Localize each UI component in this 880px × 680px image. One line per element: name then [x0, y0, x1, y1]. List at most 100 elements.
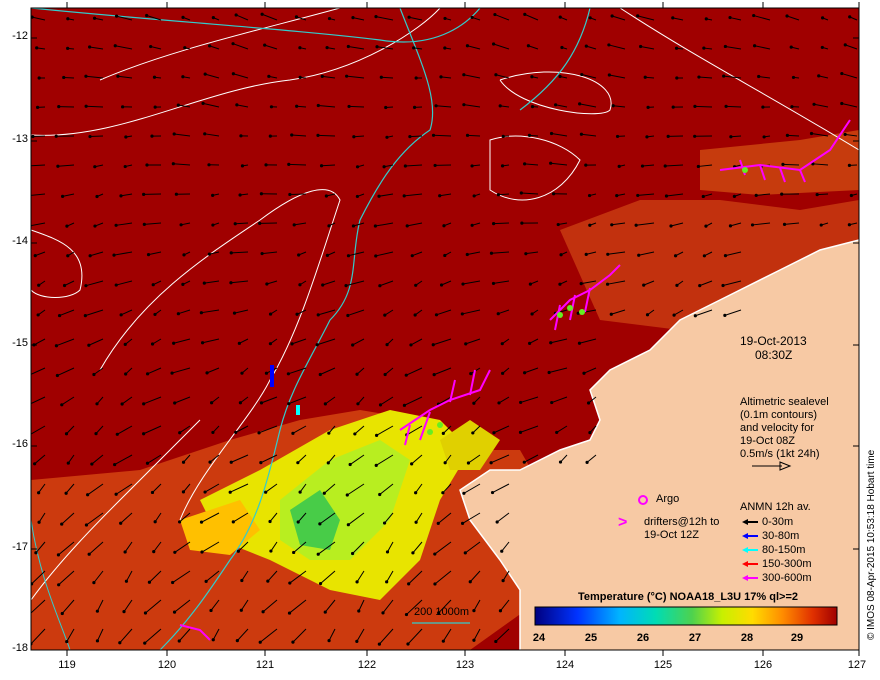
velocity-arrow-head — [288, 581, 292, 585]
velocity-arrow-head — [523, 162, 527, 166]
velocity-arrow-head — [348, 462, 352, 467]
velocity-arrow-head — [578, 102, 582, 106]
velocity-arrow-head — [240, 371, 244, 375]
velocity-arrow-head — [672, 313, 676, 317]
velocity-arrow-head — [346, 313, 350, 318]
velocity-arrow-head — [402, 403, 407, 407]
velocity-arrow-head — [704, 17, 708, 21]
velocity-arrow-head — [33, 462, 37, 466]
velocity-arrow-head — [382, 521, 387, 525]
velocity-arrow-head — [201, 101, 205, 105]
velocity-arrow — [32, 135, 46, 138]
velocity-arrow-head — [441, 431, 445, 435]
velocity-arrow-head — [732, 194, 737, 198]
velocity-arrow-head — [698, 284, 702, 288]
velocity-arrow-head — [584, 163, 588, 167]
velocity-arrow-head — [211, 430, 215, 435]
velocity-arrow-head — [145, 461, 150, 465]
velocity-arrow-head — [414, 520, 418, 524]
velocity-arrow-head — [723, 44, 727, 49]
velocity-arrow-head — [123, 550, 127, 554]
velocity-arrow-head — [37, 520, 41, 524]
velocity-arrow-head — [469, 372, 473, 376]
velocity-arrow-head — [94, 431, 98, 436]
velocity-arrow-head — [90, 462, 94, 466]
velocity-arrow-head — [523, 12, 527, 16]
velocity-arrow-head — [465, 133, 470, 137]
velocity-arrow-head — [123, 342, 127, 346]
velocity-arrow-head — [701, 194, 705, 199]
velocity-arrow-head — [88, 254, 92, 258]
velocity-arrow — [433, 134, 452, 137]
velocity-arrow-head — [704, 224, 708, 228]
velocity-arrow-head — [298, 75, 302, 79]
velocity-arrow-head — [693, 134, 697, 138]
velocity-arrow-head — [114, 223, 118, 227]
velocity-arrow-head — [374, 15, 378, 19]
velocity-arrow-head — [153, 105, 157, 109]
lon-tick: 122 — [357, 659, 377, 671]
velocity-arrow-head — [31, 134, 35, 139]
velocity-arrow-head — [757, 74, 761, 79]
velocity-arrow-head — [642, 283, 646, 287]
anmn-item: 80-150m — [762, 544, 806, 556]
velocity-arrow-head — [121, 105, 125, 109]
velocity-arrow-head — [172, 341, 176, 345]
velocity-arrow-head — [404, 373, 408, 377]
velocity-arrow-head — [558, 74, 562, 79]
credit-text: © IMOS 08-Apr-2015 10:53:18 Hobart time — [866, 449, 877, 640]
velocity-arrow-head — [238, 193, 242, 197]
velocity-arrow-head — [412, 46, 416, 50]
velocity-arrow-head — [702, 254, 706, 258]
velocity-arrow-head — [723, 313, 727, 317]
velocity-arrow-head — [782, 222, 787, 226]
velocity-arrow-head — [781, 162, 785, 166]
velocity-arrow-head — [260, 12, 264, 16]
velocity-arrow-head — [385, 580, 389, 584]
velocity-arrow-head — [493, 12, 497, 17]
velocity-arrow-head — [812, 102, 816, 106]
velocity-arrow-head — [610, 14, 614, 18]
velocity-arrow — [349, 105, 365, 108]
velocity-arrow-head — [181, 282, 185, 286]
velocity-arrow-head — [327, 224, 331, 228]
velocity-arrow-head — [501, 134, 505, 138]
velocity-arrow-head — [176, 312, 180, 316]
velocity-arrow-head — [404, 612, 409, 617]
velocity-arrow-head — [472, 609, 476, 613]
velocity-arrow-head — [580, 72, 584, 77]
velocity-arrow-head — [526, 44, 531, 48]
velocity-arrow-head — [182, 253, 186, 257]
velocity-arrow-head — [666, 134, 670, 138]
velocity-arrow-head — [636, 14, 640, 18]
velocity-arrow-head — [518, 430, 523, 434]
velocity-arrow-head — [31, 582, 34, 586]
velocity-arrow-head — [351, 224, 356, 228]
velocity-arrow-head — [530, 105, 535, 109]
velocity-arrow-head — [211, 223, 215, 227]
velocity-arrow-head — [840, 101, 844, 106]
velocity-arrow-head — [234, 430, 238, 434]
velocity-arrow-head — [617, 164, 621, 168]
velocity-arrow-head — [407, 582, 411, 586]
velocity-arrow-head — [587, 193, 592, 198]
velocity-arrow-head — [500, 164, 505, 168]
velocity-arrow-head — [375, 45, 379, 49]
velocity-arrow-head — [229, 251, 233, 255]
velocity-arrow-head — [472, 194, 476, 198]
velocity-arrow-head — [264, 371, 269, 375]
velocity-arrow-head — [693, 314, 697, 318]
velocity-arrow-head — [815, 192, 819, 197]
velocity-arrow-head — [443, 253, 447, 258]
lat-tick: -17 — [12, 541, 28, 553]
velocity-arrow-head — [290, 133, 294, 137]
colorbar-tick: 28 — [740, 632, 754, 644]
velocity-arrow-head — [817, 74, 821, 78]
velocity-arrow-head — [178, 520, 182, 524]
velocity-arrow-head — [179, 223, 183, 227]
velocity-arrow-head — [124, 579, 129, 583]
velocity-arrow-head — [385, 135, 389, 139]
velocity-arrow-head — [470, 223, 474, 227]
velocity-arrow-head — [673, 254, 678, 258]
velocity-arrow-head — [664, 194, 669, 198]
